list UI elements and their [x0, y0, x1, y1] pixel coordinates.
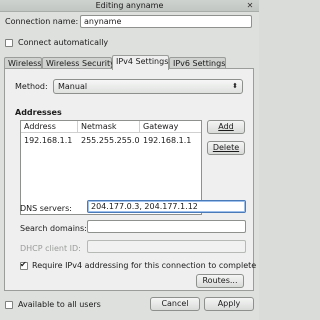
close-icon[interactable]: ✕	[245, 1, 255, 10]
apply-button[interactable]: Apply	[204, 297, 254, 311]
dns-servers-input[interactable]: 204.177.0.3, 204.177.1.12	[87, 200, 246, 213]
cancel-button-label: Cancel	[161, 299, 189, 308]
search-domains-input[interactable]	[87, 220, 246, 233]
window-title: Editing anyname	[95, 1, 164, 10]
search-domains-label: Search domains:	[20, 224, 87, 233]
delete-button-label: Delete	[212, 143, 240, 152]
addresses-heading: Addresses	[15, 108, 62, 117]
cancel-button[interactable]: Cancel	[150, 297, 200, 311]
dhcp-client-id-input	[87, 240, 246, 253]
table-cell-gateway[interactable]: 192.168.1.1	[140, 136, 201, 145]
method-value: Manual	[58, 82, 88, 91]
routes-button-label: Routes...	[202, 276, 238, 285]
apply-button-label: Apply	[217, 299, 241, 308]
table-cell-netmask[interactable]: 255.255.255.0	[78, 136, 140, 145]
column-header-address[interactable]: Address	[21, 121, 78, 133]
title-bar: Editing anyname ✕	[0, 0, 259, 12]
ipv4-settings-panel: Method: Manual ⬍ Addresses Address Netma…	[4, 68, 257, 291]
dns-servers-label: DNS servers:	[20, 204, 72, 213]
add-button[interactable]: Add	[207, 120, 245, 134]
available-to-all-users-label: Available to all users	[18, 300, 101, 309]
tab-ipv4-settings[interactable]: IPv4 Settings	[112, 55, 169, 70]
add-button-label: Add	[218, 122, 234, 131]
connection-name-input[interactable]: anyname	[80, 15, 252, 28]
method-select[interactable]: Manual ⬍	[53, 79, 243, 94]
dialog-body: Connection name: anyname Connect automat…	[0, 12, 259, 320]
routes-button[interactable]: Routes...	[196, 274, 244, 288]
available-to-all-users-checkbox[interactable]	[5, 301, 13, 309]
column-header-gateway[interactable]: Gateway	[140, 121, 201, 133]
connection-name-label: Connection name:	[5, 17, 79, 26]
require-ipv4-label: Require IPv4 addressing for this connect…	[32, 261, 257, 270]
select-arrows-icon: ⬍	[232, 82, 238, 90]
column-header-netmask[interactable]: Netmask	[78, 121, 140, 133]
connect-automatically-label: Connect automatically	[18, 38, 109, 47]
connect-automatically-checkbox[interactable]	[5, 39, 13, 47]
dhcp-client-id-label: DHCP client ID:	[20, 244, 81, 253]
delete-button[interactable]: Delete	[207, 141, 245, 155]
method-label: Method:	[15, 82, 48, 91]
table-cell-address[interactable]: 192.168.1.1	[21, 136, 78, 145]
require-ipv4-checkbox[interactable]	[20, 260, 28, 270]
